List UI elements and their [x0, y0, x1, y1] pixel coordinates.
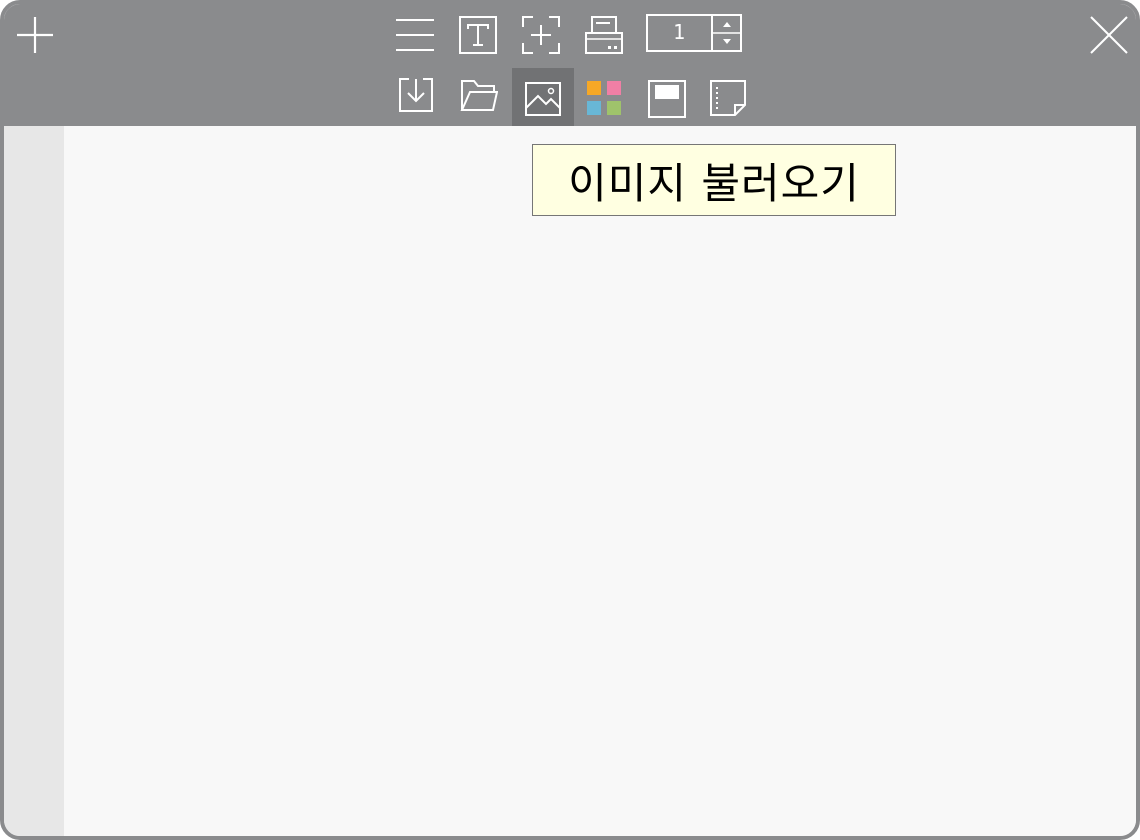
color-palette-button[interactable] [574, 68, 636, 130]
note-page-icon [710, 80, 746, 116]
tooltip: 이미지 불러오기 [532, 144, 896, 216]
folder-open-icon [460, 80, 498, 111]
note-canvas[interactable] [64, 126, 1136, 836]
print-button[interactable] [573, 4, 635, 66]
page-down-button[interactable] [712, 33, 742, 50]
toolbar: 1 [4, 4, 1136, 130]
page-stepper[interactable]: 1 [646, 14, 742, 52]
page-up-button[interactable] [712, 16, 742, 33]
app-window: 1 [0, 0, 1140, 840]
page-number-value[interactable]: 1 [648, 16, 710, 48]
close-button[interactable] [1078, 4, 1136, 66]
caret-up-icon [723, 22, 731, 27]
menu-icon [396, 19, 434, 51]
window-header-icon [648, 80, 686, 118]
add-frame-icon [522, 16, 560, 54]
left-gutter [4, 126, 64, 836]
load-image-button[interactable] [512, 68, 574, 130]
note-page-button[interactable] [698, 68, 760, 130]
insert-text-button[interactable] [447, 4, 509, 66]
window-header-button[interactable] [636, 68, 698, 130]
add-frame-button[interactable] [510, 4, 572, 66]
open-folder-button[interactable] [448, 64, 510, 126]
plus-icon [17, 17, 53, 53]
text-box-icon [459, 16, 497, 54]
menu-button[interactable] [384, 4, 446, 66]
download-button[interactable] [385, 64, 447, 126]
caret-down-icon [723, 39, 731, 44]
printer-icon [585, 16, 623, 54]
add-button[interactable] [4, 4, 66, 66]
close-icon [1090, 16, 1128, 54]
image-icon [525, 82, 561, 116]
download-icon [399, 78, 433, 112]
color-palette-icon [587, 81, 621, 115]
